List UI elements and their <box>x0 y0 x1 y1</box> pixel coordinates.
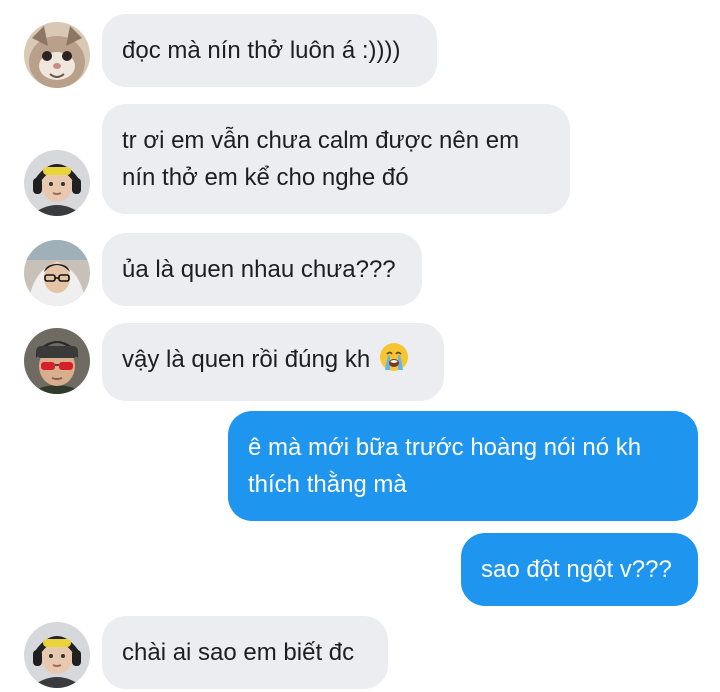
message-bubble-incoming[interactable]: chài ai sao em biết đc <box>102 616 388 689</box>
loudly-crying-face-emoji <box>379 342 409 383</box>
message-text: vậy là quen rồi đúng kh <box>122 346 371 373</box>
message-bubble-incoming[interactable]: đọc mà nín thở luôn á :)))) <box>102 14 437 87</box>
headphones-avatar[interactable] <box>24 150 90 216</box>
message-bubble-incoming[interactable]: ủa là quen nhau chưa??? <box>102 233 422 306</box>
hoodie-glasses-avatar[interactable] <box>24 240 90 306</box>
message-text-line-2: nín thở em kể cho nghe đó <box>122 164 409 191</box>
message-text: chài ai sao em biết đc <box>122 639 355 666</box>
message-text: ủa là quen nhau chưa??? <box>122 256 396 283</box>
message-bubble-incoming[interactable]: tr ơi em vẫn chưa calm được nên em nín t… <box>102 104 570 214</box>
message-bubble-outgoing[interactable]: ê mà mới bữa trước hoàng nói nó kh thích… <box>228 411 698 521</box>
message-text-line-1: tr ơi em vẫn chưa calm được nên em <box>122 127 520 154</box>
message-bubble-incoming[interactable]: vậy là quen rồi đúng kh <box>102 323 444 401</box>
red-sunglasses-avatar[interactable] <box>24 328 90 394</box>
cat-avatar[interactable] <box>24 22 90 88</box>
message-bubble-outgoing[interactable]: sao đột ngột v??? <box>461 533 698 606</box>
message-text-line-1: ê mà mới bữa trước hoàng nói nó kh <box>248 434 642 461</box>
message-text: đọc mà nín thở luôn á :)))) <box>122 37 401 64</box>
chat-thread: đọc mà nín thở luôn á :)))) tr ơi em vẫn… <box>0 0 720 692</box>
message-text: sao đột ngột v??? <box>481 556 672 583</box>
message-text-line-2: thích thằng mà <box>248 471 407 498</box>
headphones-avatar[interactable] <box>24 622 90 688</box>
